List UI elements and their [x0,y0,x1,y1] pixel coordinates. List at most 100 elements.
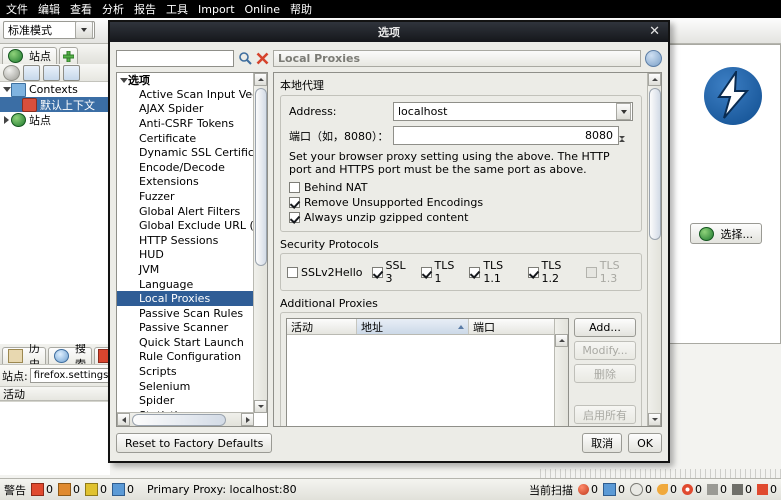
options-tree-item[interactable]: Passive Scan Rules [117,306,254,321]
options-tree-item[interactable]: HTTP Sessions [117,233,254,248]
chevron-down-icon[interactable] [616,103,631,120]
options-tree-item[interactable]: AJAX Spider [117,102,254,117]
protocol-tls11[interactable]: TLS 1.1 [469,259,518,285]
scan-count-1[interactable]: 0 [578,483,598,496]
mode-dropdown[interactable]: 标准模式 [3,21,95,39]
scroll-thumb[interactable] [255,88,267,266]
scroll-right-icon[interactable] [241,413,254,426]
panel-vertical-scrollbar[interactable] [647,73,661,426]
options-tree-item[interactable]: Global Exclude URL (Beta [117,218,254,233]
sites-tree[interactable]: Contexts 默认上下文 站点 [0,82,110,344]
alert-count-info[interactable]: 0 [112,483,134,496]
menu-item-help[interactable]: 帮助 [290,1,312,17]
checkbox-checked-icon[interactable] [420,266,432,278]
scroll-up-icon[interactable] [555,334,568,347]
port-value[interactable]: 8080 [393,126,619,145]
protocol-ssl3[interactable]: SSL 3 [371,259,412,285]
options-tree-item[interactable]: Scripts [117,364,254,379]
table-vertical-scrollbar[interactable] [554,319,568,426]
options-tree-item[interactable]: Active Scan Input Vector [117,87,254,102]
column-header-active[interactable]: 活动 [287,319,357,334]
checkbox-icon[interactable] [289,182,300,193]
menu-item-import[interactable]: Import [198,3,235,16]
scroll-thumb[interactable] [649,88,661,240]
scroll-down-icon[interactable] [648,413,661,426]
chevron-right-icon[interactable] [2,115,11,124]
checkbox-checked-icon[interactable] [469,266,481,278]
help-icon[interactable] [645,49,662,67]
alert-count-low[interactable]: 0 [85,483,107,496]
protocol-tls12[interactable]: TLS 1.2 [527,259,577,285]
scroll-down-icon[interactable] [254,400,267,413]
add-tab-button[interactable] [59,47,78,64]
tab-search[interactable]: 搜索 [48,344,92,364]
site-filter-input[interactable]: firefox.settings.se [29,368,110,383]
options-tree-item[interactable]: Anti-CSRF Tokens [117,116,254,131]
tree-node-default-context[interactable]: 默认上下文 [0,97,110,112]
options-tree-item[interactable]: Certificate [117,131,254,146]
scan-count-7[interactable]: 0 [732,483,752,496]
chevron-down-icon[interactable] [2,87,11,92]
scroll-left-icon[interactable] [117,413,130,426]
expand-all-icon[interactable] [43,64,60,81]
new-session-icon[interactable] [23,64,40,81]
tab-sites[interactable]: 站点 [2,47,57,64]
menu-item-tools[interactable]: 工具 [166,1,188,17]
scan-count-8[interactable]: 0 [757,483,777,496]
checkbox-checked-icon[interactable] [527,266,539,278]
options-tree-item-local-proxies[interactable]: Local Proxies [117,291,254,306]
scroll-up-icon[interactable] [648,73,661,86]
checkbox-behind-nat[interactable]: Behind NAT [289,180,633,195]
options-tree-item[interactable]: Selenium [117,379,254,394]
scan-count-5[interactable]: 0 [682,483,702,496]
options-tree-item[interactable]: Dynamic SSL Certificates [117,145,254,160]
select-button[interactable]: 选择... [689,223,762,244]
options-tree-item[interactable]: HUD [117,248,254,263]
add-proxy-button[interactable]: Add... [574,318,636,337]
reset-to-factory-defaults-button[interactable]: Reset to Factory Defaults [116,433,273,453]
chevron-down-icon[interactable] [75,21,93,39]
scroll-thumb[interactable] [132,414,226,426]
column-header-address[interactable]: 地址 [357,319,469,334]
options-tree-item[interactable]: Rule Configuration [117,350,254,365]
options-tree-item[interactable]: Quick Start Launch [117,335,254,350]
cancel-button[interactable]: 取消 [582,433,623,453]
menu-item-view[interactable]: 查看 [70,1,92,17]
search-icon[interactable] [238,51,252,65]
options-tree-item[interactable]: JVM [117,262,254,277]
options-tree-root[interactable]: 选项 [117,73,254,87]
protocol-tls1[interactable]: TLS 1 [420,259,461,285]
tab-history[interactable]: 历史 [2,344,46,364]
options-filter-input[interactable] [116,49,234,67]
alert-count-high[interactable]: 0 [31,483,53,496]
ok-button[interactable]: OK [628,433,662,453]
checkbox-checked-icon[interactable] [289,212,300,223]
options-tree-item[interactable]: Extensions [117,175,254,190]
menu-item-file[interactable]: 文件 [6,1,28,17]
tree-node-contexts[interactable]: Contexts [0,82,110,97]
checkbox-checked-icon[interactable] [289,197,300,208]
tree-node-sites[interactable]: 站点 [0,112,110,127]
options-tree-item[interactable]: Passive Scanner [117,321,254,336]
options-tree[interactable]: 选项 Active Scan Input Vector AJAX Spider … [116,72,268,427]
column-header-port[interactable]: 端口 [469,319,555,334]
checkbox-remove-unsupported-encodings[interactable]: Remove Unsupported Encodings [289,195,633,210]
options-tree-item[interactable]: Fuzzer [117,189,254,204]
checkbox-icon[interactable] [287,266,299,278]
chevron-down-icon[interactable] [119,77,128,83]
scan-count-2[interactable]: 0 [603,483,625,496]
close-icon[interactable]: ✕ [649,24,660,40]
collapse-all-icon[interactable] [63,64,80,81]
additional-proxies-table[interactable]: 活动 地址 端口 [286,318,569,426]
options-tree-item[interactable]: Language [117,277,254,292]
clear-x-icon[interactable] [256,52,269,65]
protocol-sslv2hello[interactable]: SSLv2Hello [287,266,363,279]
options-tree-horizontal-scrollbar[interactable] [117,412,254,426]
scan-count-6[interactable]: 0 [707,483,727,496]
menu-item-analyse[interactable]: 分析 [102,1,124,17]
scan-count-3[interactable]: 0 [630,483,652,496]
history-table-body[interactable] [0,401,110,475]
target-icon[interactable] [3,64,20,81]
menu-item-online[interactable]: Online [245,3,280,16]
scroll-up-icon[interactable] [254,73,267,86]
